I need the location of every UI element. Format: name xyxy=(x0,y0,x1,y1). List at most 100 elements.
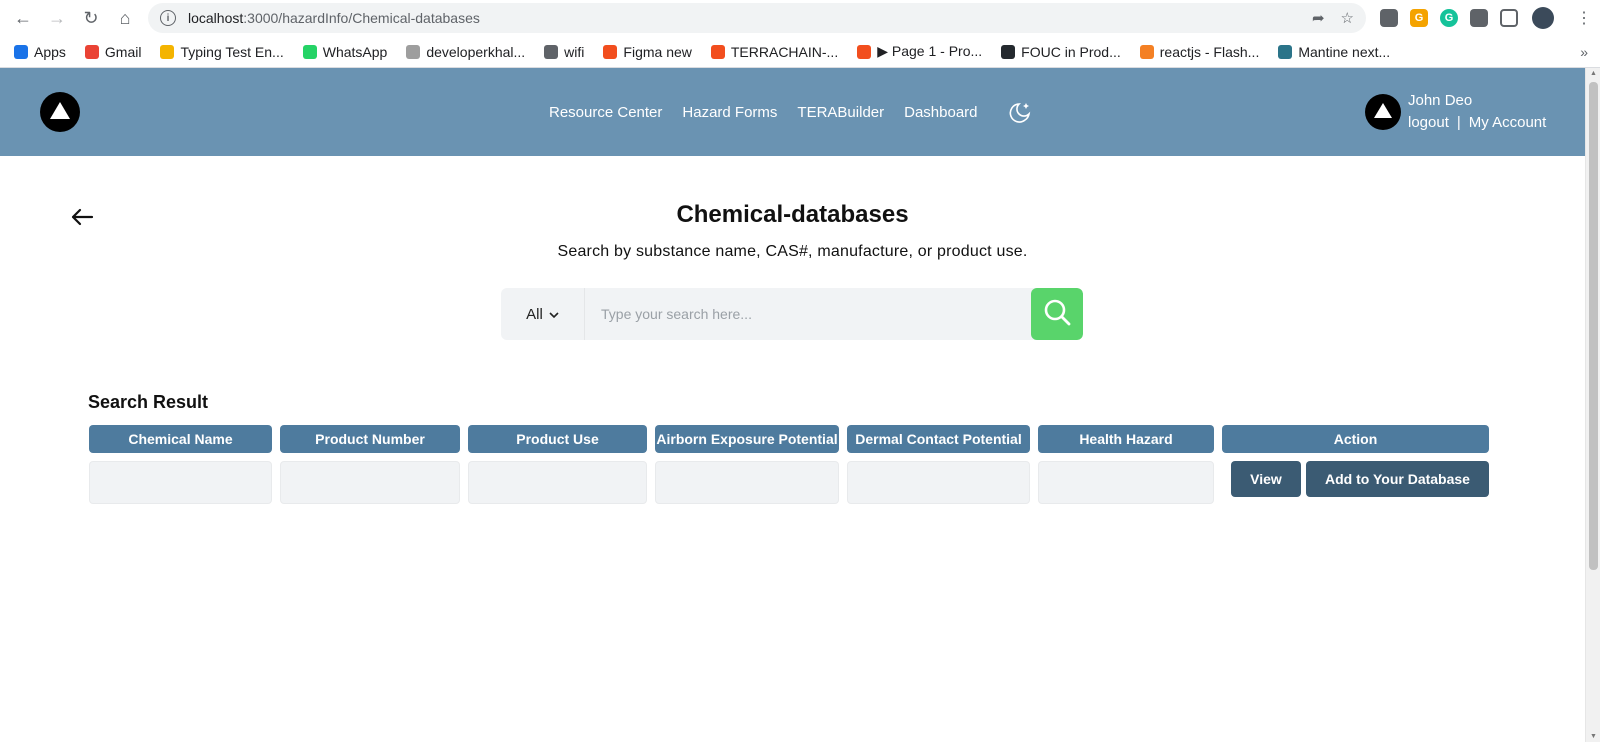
page-subtitle: Search by substance name, CAS#, manufact… xyxy=(557,243,1028,260)
bookmark-favicon-icon xyxy=(406,44,421,59)
column-header-airborn-exposure[interactable]: Airborn Exposure Potential xyxy=(655,425,839,453)
extension-icon[interactable] xyxy=(1380,9,1398,27)
site-info-icon[interactable]: i xyxy=(160,10,176,26)
bookmark-item[interactable]: developerkhal... xyxy=(406,44,525,60)
page-title: Chemical-databases xyxy=(676,201,909,228)
grammarly-icon[interactable]: G xyxy=(1440,9,1458,27)
bookmark-label: developerkhal... xyxy=(426,43,526,60)
bookmark-favicon-icon xyxy=(857,44,872,59)
bookmark-label: ▶ Page 1 - Pro... xyxy=(877,43,983,59)
profile-avatar[interactable] xyxy=(1532,7,1554,29)
nav-resource-center[interactable]: Resource Center xyxy=(549,104,662,121)
search-icon xyxy=(1042,297,1072,332)
search-scope-value: All xyxy=(526,305,543,323)
column-header-chemical-name[interactable]: Chemical Name xyxy=(89,425,272,453)
bookmark-item[interactable]: Figma new xyxy=(603,43,692,60)
side-panel-icon[interactable] xyxy=(1500,9,1518,27)
bookmark-item[interactable]: ▶ Page 1 - Pro... xyxy=(857,43,982,60)
share-icon[interactable]: ➦ xyxy=(1312,9,1325,27)
url-path: :3000/hazardInfo/Chemical-databases xyxy=(243,10,480,26)
bookmarks-bar: Apps Gmail Typing Test En... WhatsApp develo… xyxy=(0,36,1600,68)
user-area: John Deo logout | My Account xyxy=(1365,68,1546,156)
table-cell xyxy=(1038,461,1214,504)
bookmark-label: Mantine next... xyxy=(1298,43,1391,60)
scroll-down-icon[interactable]: ▼ xyxy=(1590,733,1597,740)
bookmarks-more[interactable]: » xyxy=(1580,44,1588,60)
bookmark-favicon-icon xyxy=(710,44,725,59)
triangle-icon xyxy=(50,102,70,119)
bookmark-favicon-icon xyxy=(1001,44,1016,59)
home-icon[interactable]: ⌂ xyxy=(110,3,140,33)
bookmark-label: wifi xyxy=(564,43,585,60)
logo[interactable] xyxy=(40,92,80,132)
chevron-down-icon xyxy=(549,306,559,323)
bookmark-label: Apps xyxy=(34,43,66,60)
scrollbar-thumb[interactable] xyxy=(1589,82,1598,570)
scroll-up-icon[interactable]: ▲ xyxy=(1590,70,1597,77)
browser-toolbar: ← → ↻ ⌂ i localhost:3000/hazardInfo/Chem… xyxy=(0,0,1600,36)
add-to-database-button[interactable]: Add to Your Database xyxy=(1306,461,1489,497)
table-cell xyxy=(468,461,647,504)
moon-stars-icon[interactable] xyxy=(1008,99,1034,125)
search-scope-select[interactable]: All xyxy=(501,288,585,340)
column-header-health-hazard[interactable]: Health Hazard xyxy=(1038,425,1214,453)
bookmark-star-icon[interactable]: ☆ xyxy=(1341,9,1354,27)
column-header-action[interactable]: Action xyxy=(1222,425,1489,453)
table-cell xyxy=(847,461,1030,504)
page-scrollbar[interactable]: ▲ ▼ xyxy=(1585,68,1600,742)
bookmark-label: TERRACHAIN-... xyxy=(730,43,839,60)
bookmark-favicon-icon xyxy=(160,44,175,59)
column-header-product-number[interactable]: Product Number xyxy=(280,425,460,453)
forward-icon[interactable]: → xyxy=(42,3,72,33)
bookmark-favicon-icon xyxy=(1278,44,1293,59)
kebab-menu-icon[interactable]: ⋮ xyxy=(1576,8,1592,28)
bookmark-item[interactable]: reactjs - Flash... xyxy=(1139,43,1260,60)
separator: | xyxy=(1456,114,1461,131)
bookmark-favicon-icon xyxy=(1139,44,1154,59)
bookmark-item[interactable]: WhatsApp xyxy=(302,43,388,60)
address-bar[interactable]: i localhost:3000/hazardInfo/Chemical-dat… xyxy=(148,3,1366,33)
view-button[interactable]: View xyxy=(1231,461,1301,497)
search-input[interactable] xyxy=(585,288,1031,340)
table-cell xyxy=(655,461,839,504)
page-viewport: Resource Center Hazard Forms TERABuilder… xyxy=(0,68,1600,742)
main-nav: Resource Center Hazard Forms TERABuilder… xyxy=(549,68,1034,156)
logout-link[interactable]: logout xyxy=(1408,114,1449,131)
url-host: localhost xyxy=(188,10,244,26)
bookmark-item[interactable]: wifi xyxy=(544,44,584,60)
column-header-product-use[interactable]: Product Use xyxy=(468,425,647,453)
bookmark-item[interactable]: Gmail xyxy=(84,44,141,60)
bookmark-favicon-icon xyxy=(544,44,559,59)
bookmark-label: reactjs - Flash... xyxy=(1159,43,1260,60)
nav-hazard-forms[interactable]: Hazard Forms xyxy=(682,104,777,121)
bookmark-item[interactable]: FOUC in Prod... xyxy=(1001,44,1121,60)
search-button[interactable] xyxy=(1031,288,1083,340)
column-header-dermal-contact[interactable]: Dermal Contact Potential xyxy=(847,425,1030,453)
user-avatar[interactable] xyxy=(1365,94,1401,130)
bookmark-label: WhatsApp xyxy=(322,43,388,60)
triangle-icon xyxy=(1374,103,1392,118)
bookmark-item[interactable]: Mantine next... xyxy=(1278,44,1390,60)
bookmark-label: Typing Test En... xyxy=(180,43,284,60)
bookmark-label: FOUC in Prod... xyxy=(1021,43,1121,60)
bookmark-favicon-icon xyxy=(14,44,28,59)
nav-terabuilder[interactable]: TERABuilder xyxy=(797,104,884,121)
bookmark-favicon-icon xyxy=(302,44,317,59)
back-icon[interactable]: ← xyxy=(8,3,38,33)
search-bar: All xyxy=(501,288,1083,340)
reload-icon[interactable]: ↻ xyxy=(76,3,106,33)
my-account-link[interactable]: My Account xyxy=(1469,114,1547,131)
bookmark-item[interactable]: TERRACHAIN-... xyxy=(710,43,839,60)
bookmark-item[interactable]: Apps xyxy=(14,44,66,60)
app-header: Resource Center Hazard Forms TERABuilder… xyxy=(0,68,1585,156)
results-title: Search Result xyxy=(88,392,209,412)
bookmark-item[interactable]: Typing Test En... xyxy=(160,43,284,60)
nav-dashboard[interactable]: Dashboard xyxy=(904,104,977,121)
bookmark-favicon-icon xyxy=(603,44,618,59)
extension-icon[interactable]: G xyxy=(1410,9,1428,27)
table-cell xyxy=(89,461,272,504)
bookmark-label: Figma new xyxy=(623,43,692,60)
table-cell xyxy=(280,461,460,504)
user-name: John Deo xyxy=(1408,92,1473,109)
puzzle-icon[interactable] xyxy=(1470,9,1488,27)
